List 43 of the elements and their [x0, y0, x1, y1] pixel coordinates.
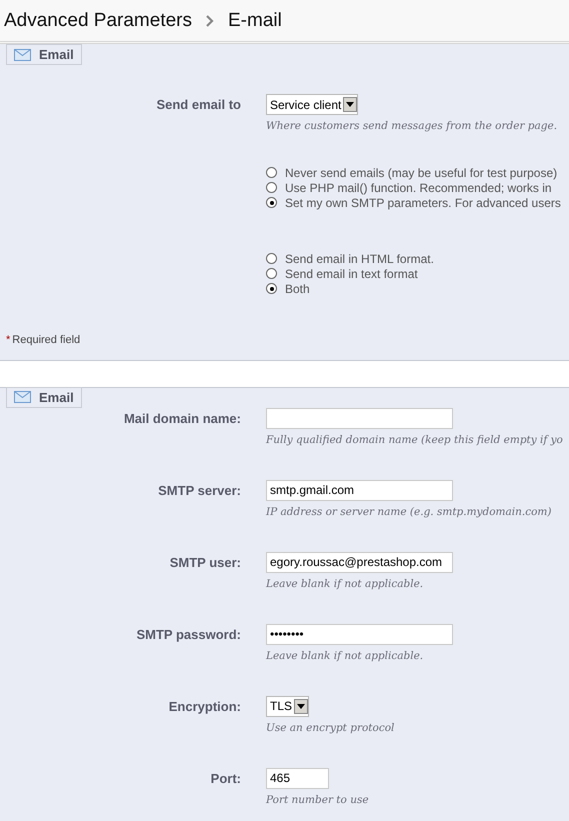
field-label: Port:	[210, 770, 241, 788]
field-label: SMTP server:	[157, 482, 241, 500]
dropdown[interactable]: TLS	[266, 696, 310, 716]
radio-label: Send email in HTML format.	[285, 252, 434, 266]
section-legend: Email	[6, 44, 82, 65]
radio-label: Send email in text format	[285, 266, 418, 280]
hint-text: Leave blank if not applicable.	[266, 650, 424, 662]
input-field[interactable]: smtp.gmail.com	[266, 480, 453, 500]
hint-text: Use an encrypt protocol	[266, 722, 394, 734]
field-label: SMTP password:	[135, 626, 241, 644]
radio-button[interactable]	[266, 253, 277, 264]
hint-text: Where customers send messages from the order page.	[266, 120, 558, 132]
input-field[interactable]: 465	[266, 768, 329, 788]
hint-text: IP address or server name (e.g. smtp.mydomain.com)	[266, 506, 552, 518]
radio-label: Both	[285, 282, 310, 296]
input-field[interactable]: egory.roussac@prestashop.com	[266, 552, 453, 572]
hint-text: Fully qualified domain name (keep this field empty if yo	[266, 434, 563, 446]
radio-label: Never send emails (may be useful for test purpose)	[285, 166, 558, 180]
field-label: SMTP user:	[168, 554, 241, 572]
radio-button[interactable]	[266, 197, 277, 208]
field-label: Send email to	[155, 96, 241, 114]
envelope-icon	[14, 391, 31, 403]
section-legend: Email	[6, 386, 82, 408]
envelope-icon	[14, 48, 31, 60]
radio-button[interactable]	[266, 283, 277, 294]
hint-text: Leave blank if not applicable.	[266, 578, 424, 590]
caret-icon	[297, 704, 306, 708]
breadcrumb-item: Advanced Parameters	[4, 10, 192, 32]
field-label: Encryption:	[168, 698, 241, 716]
dropdown[interactable]: Service client	[266, 94, 358, 115]
field-label: Mail domain name:	[122, 410, 241, 428]
radio-button[interactable]	[266, 182, 277, 193]
hint-text: Port number to use	[266, 794, 369, 806]
breadcrumb-item: E-mail	[228, 10, 282, 32]
radio-button[interactable]	[266, 167, 277, 178]
radio-label: Set my own SMTP parameters. For advanced users	[285, 196, 561, 210]
caret-icon	[346, 102, 354, 107]
input-field[interactable]: ••••••••	[266, 624, 453, 644]
required-note: * Required field	[6, 334, 82, 346]
radio-label: Use PHP mail() function. Recommended; works in	[285, 180, 552, 194]
radio-button[interactable]	[266, 268, 277, 279]
input-field[interactable]	[266, 408, 453, 428]
chevron-icon	[206, 14, 214, 26]
